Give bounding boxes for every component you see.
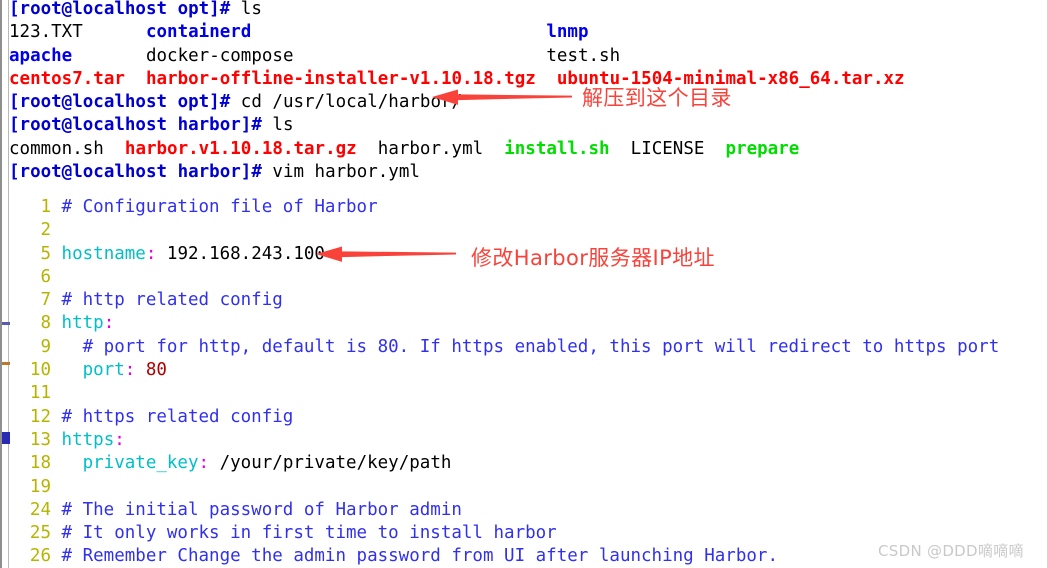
terminal-text-plain: LICENSE — [630, 138, 705, 159]
editor-token-comment: # http related config — [51, 290, 283, 311]
editor-line-10: 10 port: 80 — [9, 359, 1047, 382]
editor-token-comment: # Configuration file of Harbor — [51, 197, 378, 217]
editor-line-8: 8 http: — [9, 312, 1047, 335]
editor-line-24: 24 # The initial password of Harbor admi… — [9, 499, 1047, 522]
editor-token-value: /your/private/key/path — [209, 453, 452, 474]
editor-line-number: 25 — [29, 523, 51, 544]
annotation-modify-harbor-ip-arrow-icon — [316, 246, 456, 262]
terminal-text-plain — [104, 139, 125, 159]
terminal-text-plain — [83, 22, 146, 42]
terminal-text-plain: ls — [240, 0, 262, 19]
editor-line-number: 6 — [40, 266, 51, 287]
editor-token-value — [51, 244, 62, 264]
editor-token-value — [51, 360, 83, 380]
editor-token-value — [51, 430, 62, 450]
editor-token-number: 80 — [145, 360, 167, 381]
editor-line-number: 8 — [40, 313, 51, 334]
editor-line-11: 11 — [9, 382, 1047, 405]
editor-token-key: https — [61, 429, 115, 450]
editor-line-13: 13 https: — [9, 429, 1047, 452]
editor-line-number: 11 — [29, 383, 51, 404]
editor-token-comment: # https related config — [51, 406, 294, 427]
editor-line-9: 9 # port for http, default is 80. If htt… — [9, 336, 1047, 359]
terminal-text-archive: centos7.tar — [9, 68, 125, 89]
editor-token-colon: : — [114, 429, 125, 450]
annotation-extract-directory-arrow-icon — [432, 89, 572, 105]
editor-line-12: 12 # https related config — [9, 406, 1047, 429]
editor-token-colon: : — [103, 313, 115, 334]
editor-line-1: 1 # Configuration file of Harbor — [9, 196, 1047, 219]
line-ls-row-1: 123.TXT containerd lnmp — [9, 21, 1047, 44]
line-prompt-vim-harbor-yml: [root@localhost harbor]# vim harbor.yml — [9, 161, 1047, 184]
terminal-text-directory: containerd — [145, 22, 252, 43]
window-left-edge — [0, 0, 10, 568]
editor-line-number: 5 — [40, 243, 51, 264]
terminal-text-plain — [610, 139, 631, 159]
editor-line-7: 7 # http related config — [9, 289, 1047, 312]
editor-token-comment: # The initial password of Harbor admin — [51, 499, 462, 520]
editor-line-number: 12 — [29, 406, 51, 427]
terminal-text-plain: common.sh — [9, 138, 104, 159]
terminal-text-plain: cd /usr/local/harbor/ — [240, 92, 463, 113]
terminal-text-directory: lnmp — [546, 22, 589, 43]
terminal-text-directory: apache — [9, 45, 73, 66]
terminal-text-plain: docker-compose — [145, 45, 294, 66]
terminal-text-executable: prepare — [725, 138, 800, 159]
terminal-text-plain — [294, 46, 547, 66]
editor-token-colon: : — [124, 360, 136, 381]
editor-line-18: 18 private_key: /your/private/key/path — [9, 452, 1047, 475]
line-prompt-ls-harbor: [root@localhost harbor]# ls — [9, 114, 1047, 137]
editor-line-number: 1 — [40, 197, 51, 217]
terminal-text-plain — [251, 22, 546, 42]
terminal-text-plain: ls — [272, 115, 294, 136]
editor-token-value — [135, 360, 146, 380]
editor-token-comment: # Remember Change the admin password fro… — [51, 546, 778, 567]
terminal-text-plain: 123.TXT — [9, 22, 83, 43]
editor-line-number: 2 — [40, 220, 51, 241]
editor-line-number: 26 — [29, 546, 51, 567]
line-ls-harbor-contents: common.sh harbor.v1.10.18.tar.gz harbor.… — [9, 138, 1047, 161]
editor-token-value — [51, 453, 83, 473]
editor-line-number: 10 — [29, 360, 51, 381]
editor-line-number: 7 — [40, 290, 51, 311]
editor-token-key: private_key — [82, 453, 199, 474]
terminal-text-plain — [125, 69, 146, 89]
annotation-modify-harbor-ip-label: 修改Harbor服务器IP地址 — [471, 246, 715, 270]
editor-line-19: 19 — [9, 476, 1047, 499]
terminal-text-prompt: [root@localhost harbor]# — [9, 162, 273, 183]
terminal-text-prompt: [root@localhost harbor]# — [9, 115, 273, 136]
editor-line-number: 19 — [29, 476, 51, 497]
editor-line-number: 18 — [29, 453, 51, 474]
editor-token-colon: : — [145, 243, 157, 264]
editor-token-value: 192.168.243.100 — [156, 243, 325, 264]
line-ls-row-2: apache docker-compose test.sh — [9, 45, 1047, 68]
editor-line-number: 13 — [29, 429, 51, 450]
screenshot-root: [root@localhost opt]# ls 123.TXT containe… — [0, 0, 1047, 568]
terminal-text-plain — [357, 139, 378, 159]
csdn-watermark: CSDN @DDD嘀嘀嘀 — [878, 542, 1024, 560]
editor-token-comment: # It only works in first time to install… — [51, 523, 557, 544]
editor-token-colon: : — [198, 453, 210, 474]
terminal-text-prompt: [root@localhost opt]# — [9, 0, 241, 19]
editor-line-2: 2 — [9, 219, 1047, 242]
editor-token-key: http — [61, 313, 104, 334]
terminal-text-plain: test.sh — [546, 45, 621, 66]
editor-line-number: 9 — [40, 336, 51, 357]
terminal-text-plain — [483, 139, 504, 159]
editor-line-number: 24 — [29, 499, 51, 520]
editor-token-key: hostname — [61, 243, 146, 264]
terminal-text-archive: harbor.v1.10.18.tar.gz — [124, 138, 357, 159]
annotation-extract-directory-label: 解压到这个目录 — [582, 86, 732, 110]
terminal-text-plain: vim harbor.yml — [272, 162, 420, 183]
editor-token-comment: # port for http, default is 80. If https… — [51, 336, 1000, 357]
editor-token-key: port — [82, 360, 125, 381]
editor-token-value — [51, 313, 62, 333]
terminal-text-plain — [72, 46, 146, 66]
terminal-text-plain — [704, 139, 725, 159]
terminal-text-plain: harbor.yml — [377, 138, 484, 159]
terminal-text-executable: install.sh — [504, 138, 610, 159]
terminal-text-prompt: [root@localhost opt]# — [9, 92, 241, 113]
line-prompt-ls-opt: [root@localhost opt]# ls — [9, 0, 1047, 21]
